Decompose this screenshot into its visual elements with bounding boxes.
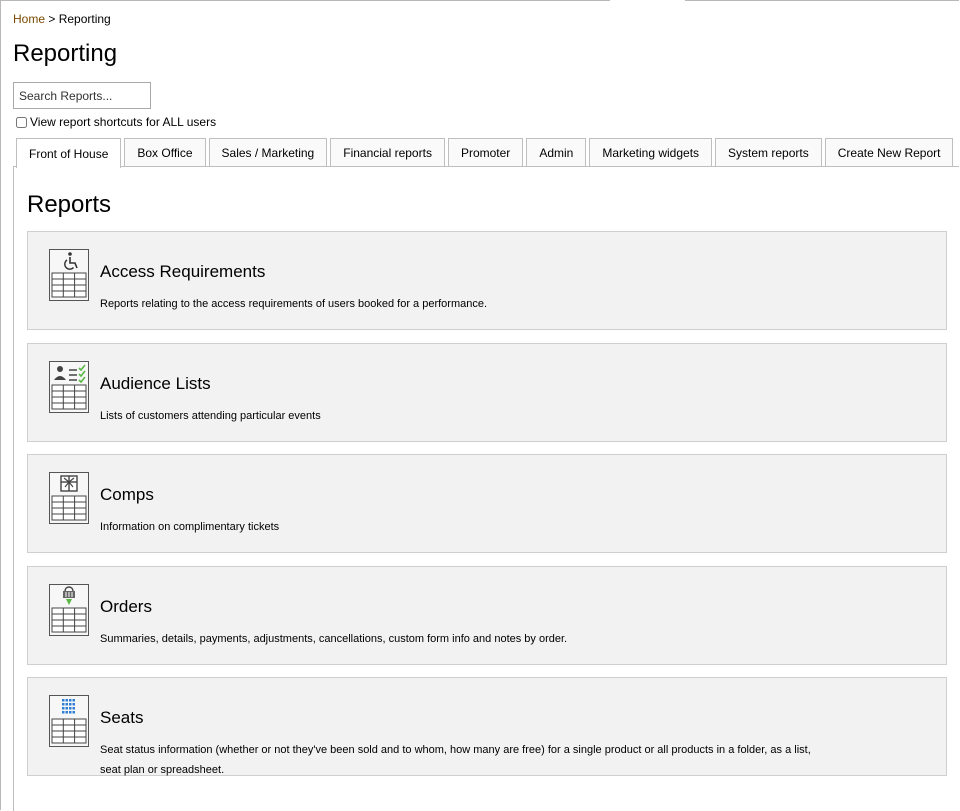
- view-shortcuts-label: View report shortcuts for ALL users: [30, 115, 217, 129]
- tab-box-office[interactable]: Box Office: [124, 138, 206, 167]
- view-shortcuts-option[interactable]: View report shortcuts for ALL users: [15, 115, 216, 129]
- top-gap: [610, 0, 685, 2]
- tab-create-new-report[interactable]: Create New Report: [824, 138, 954, 167]
- report-description: Information on complimentary tickets: [100, 521, 280, 533]
- report-card-comps[interactable]: Comps Information on complimentary ticke…: [27, 454, 947, 553]
- gift-table-icon: [49, 472, 89, 524]
- breadcrumb-home-link[interactable]: Home: [13, 12, 45, 26]
- basket-table-icon: [49, 584, 89, 636]
- report-tabs: Front of House Box Office Sales / Market…: [16, 138, 954, 168]
- report-title[interactable]: Audience Lists: [100, 374, 211, 394]
- reports-panel: Reports Access Requirements Reports rela…: [13, 166, 959, 811]
- tab-financial-reports[interactable]: Financial reports: [330, 138, 445, 167]
- report-description: Seat status information (whether or not …: [100, 744, 811, 776]
- report-description: Summaries, details, payments, adjustment…: [100, 633, 568, 645]
- tab-system-reports[interactable]: System reports: [715, 138, 822, 167]
- search-input[interactable]: [13, 82, 151, 109]
- report-description: Lists of customers attending particular …: [100, 410, 321, 422]
- person-list-table-icon: [49, 361, 89, 413]
- breadcrumb-current: Reporting: [58, 12, 111, 26]
- tab-front-of-house[interactable]: Front of House: [16, 138, 122, 168]
- report-title[interactable]: Comps: [100, 485, 154, 505]
- view-shortcuts-checkbox[interactable]: [16, 116, 27, 128]
- seat-grid-table-icon: [49, 695, 89, 747]
- wheelchair-table-icon: [49, 249, 89, 301]
- breadcrumb-separator: >: [45, 12, 59, 26]
- report-card-access-requirements[interactable]: Access Requirements Reports relating to …: [27, 231, 947, 330]
- page-title: Reporting: [13, 40, 118, 67]
- report-card-orders[interactable]: Orders Summaries, details, payments, adj…: [27, 566, 947, 665]
- report-title[interactable]: Orders: [100, 597, 152, 617]
- breadcrumb: Home > Reporting: [13, 12, 111, 26]
- panel-heading: Reports: [27, 191, 112, 218]
- tab-sales-marketing[interactable]: Sales / Marketing: [208, 138, 328, 167]
- tab-admin[interactable]: Admin: [526, 138, 587, 167]
- report-description: Reports relating to the access requireme…: [100, 298, 488, 310]
- tab-promoter[interactable]: Promoter: [447, 138, 524, 167]
- report-card-audience-lists[interactable]: Audience Lists Lists of customers attend…: [27, 343, 947, 442]
- report-title[interactable]: Seats: [100, 708, 143, 728]
- report-title[interactable]: Access Requirements: [100, 262, 265, 282]
- tab-marketing-widgets[interactable]: Marketing widgets: [589, 138, 713, 167]
- report-card-seats[interactable]: Seats Seat status information (whether o…: [27, 677, 947, 776]
